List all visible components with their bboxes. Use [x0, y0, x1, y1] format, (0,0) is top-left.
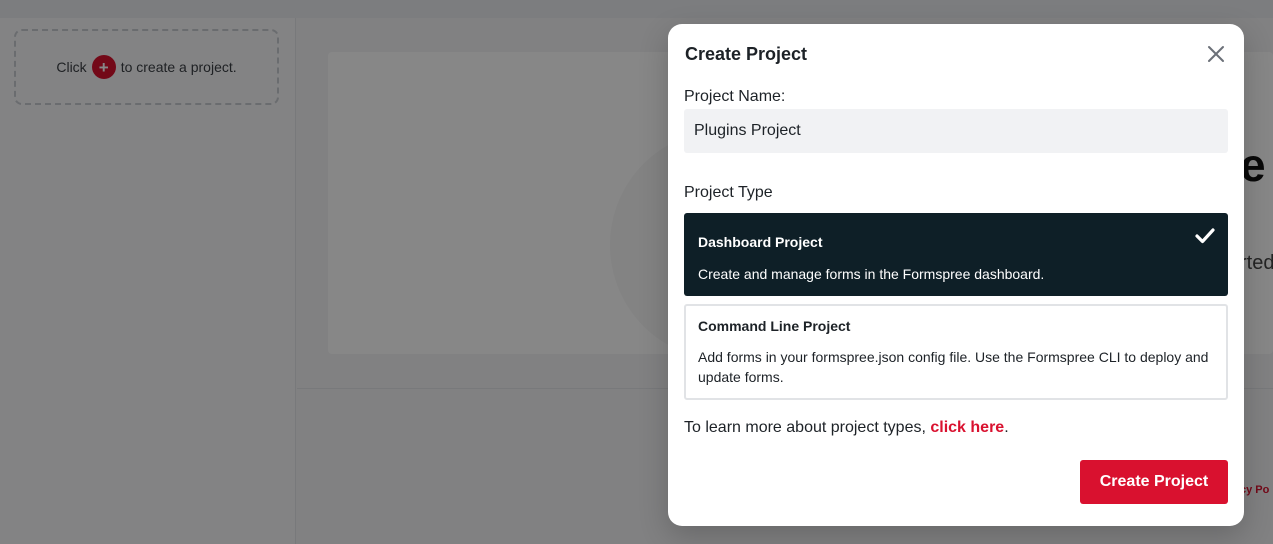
- project-type-label: Project Type: [684, 184, 773, 201]
- learn-more-suffix: .: [1004, 419, 1009, 436]
- app-page: Click + to create a project. e rted cy P…: [0, 0, 1273, 544]
- learn-more-link[interactable]: click here: [930, 419, 1004, 436]
- option-dashboard-project[interactable]: Dashboard Project Create and manage form…: [684, 213, 1228, 296]
- project-name-input[interactable]: [684, 109, 1228, 153]
- option-title: Command Line Project: [698, 318, 851, 334]
- option-command-line-project[interactable]: Command Line Project Add forms in your f…: [684, 304, 1228, 400]
- learn-more-text: To learn more about project types, click…: [684, 419, 1009, 437]
- create-project-button[interactable]: Create Project: [1080, 460, 1228, 504]
- option-title: Dashboard Project: [698, 234, 823, 250]
- check-icon: [1195, 228, 1215, 244]
- create-project-modal: Create Project Project Name: Project Typ…: [668, 24, 1244, 526]
- modal-title: Create Project: [685, 44, 808, 64]
- option-description: Create and manage forms in the Formspree…: [698, 266, 1045, 282]
- project-name-label: Project Name:: [684, 88, 786, 105]
- learn-more-prefix: To learn more about project types,: [684, 419, 926, 436]
- option-description: Add forms in your formspree.json config …: [698, 349, 1209, 385]
- close-icon[interactable]: [1205, 43, 1227, 65]
